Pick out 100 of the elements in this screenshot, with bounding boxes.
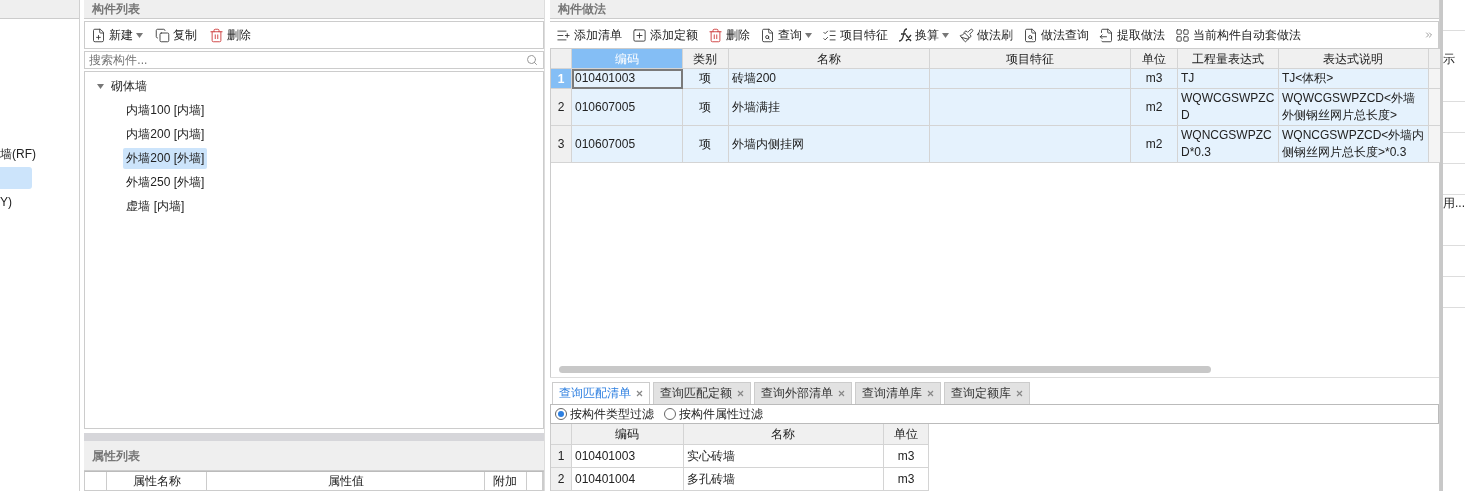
panel-title: 属性列表: [84, 441, 544, 471]
tab[interactable]: 查询匹配定额: [653, 382, 751, 404]
column-header: 单位: [884, 424, 929, 445]
table-cell: 外墙内侧挂网: [729, 126, 930, 163]
column-header: 属性名称: [107, 472, 208, 491]
tab[interactable]: 查询外部清单: [754, 382, 852, 404]
list-plus-icon: [556, 27, 571, 43]
column-header: 附加: [485, 472, 527, 491]
toolbar-button[interactable]: 提取做法: [1097, 26, 1167, 44]
toolbar-button[interactable]: 当前构件自动套做法: [1173, 26, 1303, 44]
close-icon[interactable]: [636, 390, 643, 397]
sidebar-item[interactable]: 墙(RF): [0, 143, 36, 165]
table-cell: 010401004: [572, 468, 684, 491]
radio-option[interactable]: 按构件属性过滤: [664, 405, 763, 423]
toolbar-button[interactable]: 做法查询: [1021, 26, 1091, 44]
table-cell: m2: [1131, 126, 1178, 163]
file-search-icon: [760, 27, 775, 43]
table-cell: 外墙满挂: [729, 89, 930, 126]
row-number: 1: [551, 445, 572, 468]
table-cell: 项: [683, 89, 729, 126]
tree-item[interactable]: 虚墙 [内墙]: [123, 195, 188, 217]
tab[interactable]: 查询匹配清单: [552, 382, 650, 404]
toolbar-button[interactable]: 删除: [706, 26, 752, 44]
column-header: 名称: [684, 424, 884, 445]
square-plus-icon: [632, 27, 647, 43]
toolbar-button[interactable]: 删除: [207, 26, 254, 44]
search-icon: [526, 54, 538, 66]
close-icon[interactable]: [927, 390, 934, 397]
table-cell: WQWCGSWPZCD<外墙外侧钢丝网片总长度>: [1279, 89, 1429, 126]
panel-title: 构件做法: [550, 0, 1439, 19]
toolbar-button[interactable]: 换算: [896, 26, 951, 44]
caret-icon: [942, 32, 949, 38]
trash-icon: [708, 27, 723, 43]
expand-arrow-icon[interactable]: [97, 83, 105, 89]
table-cell: 项: [683, 126, 729, 163]
edge-text: 用...: [1443, 195, 1465, 212]
close-icon[interactable]: [1016, 390, 1023, 397]
table-cell: WQWCGSWPZCD: [1178, 89, 1279, 126]
table-cell: 砖墙200: [729, 69, 930, 89]
row-number: 2: [551, 468, 572, 491]
table-cell: TJ: [1178, 69, 1279, 89]
search-field[interactable]: 搜索构件...: [84, 51, 544, 69]
table-cell: m2: [1131, 89, 1178, 126]
row-number[interactable]: 2: [551, 89, 572, 126]
toolbar-button[interactable]: 添加清单: [554, 26, 624, 44]
table-cell: WQNCGSWPZCD*0.3: [1178, 126, 1279, 163]
table-cell: 010401003: [572, 445, 684, 468]
edge-text: 示: [1443, 51, 1456, 68]
table-cell: m3: [1131, 69, 1178, 89]
sidebar-item[interactable]: Y): [0, 191, 12, 213]
radio-option[interactable]: 按构件类型过滤: [555, 405, 654, 423]
toolbar-button[interactable]: 查询: [758, 26, 814, 44]
table-cell: m3: [884, 445, 929, 468]
table-cell: m3: [884, 468, 929, 491]
panel-title: 构件列表: [84, 0, 544, 19]
paintbrush-icon: [959, 27, 974, 43]
table-cell: 010401003: [572, 69, 683, 89]
file-search-icon: [1023, 27, 1038, 43]
tree-item[interactable]: 内墙100 [内墙]: [123, 99, 208, 121]
caret-icon: [136, 32, 144, 38]
tree-item[interactable]: 外墙250 [外墙]: [123, 171, 208, 193]
table-cell: 多孔砖墙: [684, 468, 884, 491]
tree-item[interactable]: 外墙200 [外墙]: [123, 147, 208, 169]
more-icon[interactable]: [1424, 30, 1434, 40]
column-header: 项目特征: [930, 49, 1131, 69]
tab[interactable]: 查询清单库: [855, 382, 941, 404]
caret-icon: [805, 32, 812, 38]
scrollbar[interactable]: [559, 366, 1211, 373]
table-cell: TJ<体积>: [1279, 69, 1429, 89]
toolbar-button[interactable]: 复制: [153, 26, 200, 44]
column-header: 表达式说明: [1279, 49, 1429, 69]
copy-icon: [155, 27, 171, 43]
toolbar-button[interactable]: 新建: [89, 26, 146, 44]
table-cell: WQNCGSWPZCD<外墙内侧钢丝网片总长度>*0.3: [1279, 126, 1429, 163]
file-export-icon: [1099, 27, 1114, 43]
tree-item[interactable]: 内墙200 [内墙]: [123, 123, 208, 145]
table-cell: 010607005: [572, 126, 683, 163]
tab[interactable]: 查询定额库: [944, 382, 1030, 404]
trash-icon: [209, 27, 225, 43]
column-header: 名称: [729, 49, 930, 69]
column-header: 类别: [683, 49, 729, 69]
grid-icon: [1175, 27, 1190, 43]
column-header: 单位: [1131, 49, 1178, 69]
column-header: 属性值: [207, 472, 485, 491]
fx-icon: [898, 28, 912, 42]
toolbar-button[interactable]: 做法刷: [957, 26, 1015, 44]
close-icon[interactable]: [737, 390, 744, 397]
row-number[interactable]: 3: [551, 126, 572, 163]
table-cell: 项: [683, 69, 729, 89]
new-file-icon: [91, 27, 107, 43]
column-header: 编码: [572, 424, 684, 445]
close-icon[interactable]: [838, 390, 845, 397]
column-header: 工程量表达式: [1178, 49, 1279, 69]
checklist-icon: [822, 27, 837, 43]
tree-item[interactable]: 砌体墙: [108, 75, 151, 97]
table-cell: 010607005: [572, 89, 683, 126]
toolbar-button[interactable]: 项目特征: [820, 26, 890, 44]
toolbar-button[interactable]: 添加定额: [630, 26, 700, 44]
table-cell: 实心砖墙: [684, 445, 884, 468]
column-header: 编码: [572, 49, 683, 69]
